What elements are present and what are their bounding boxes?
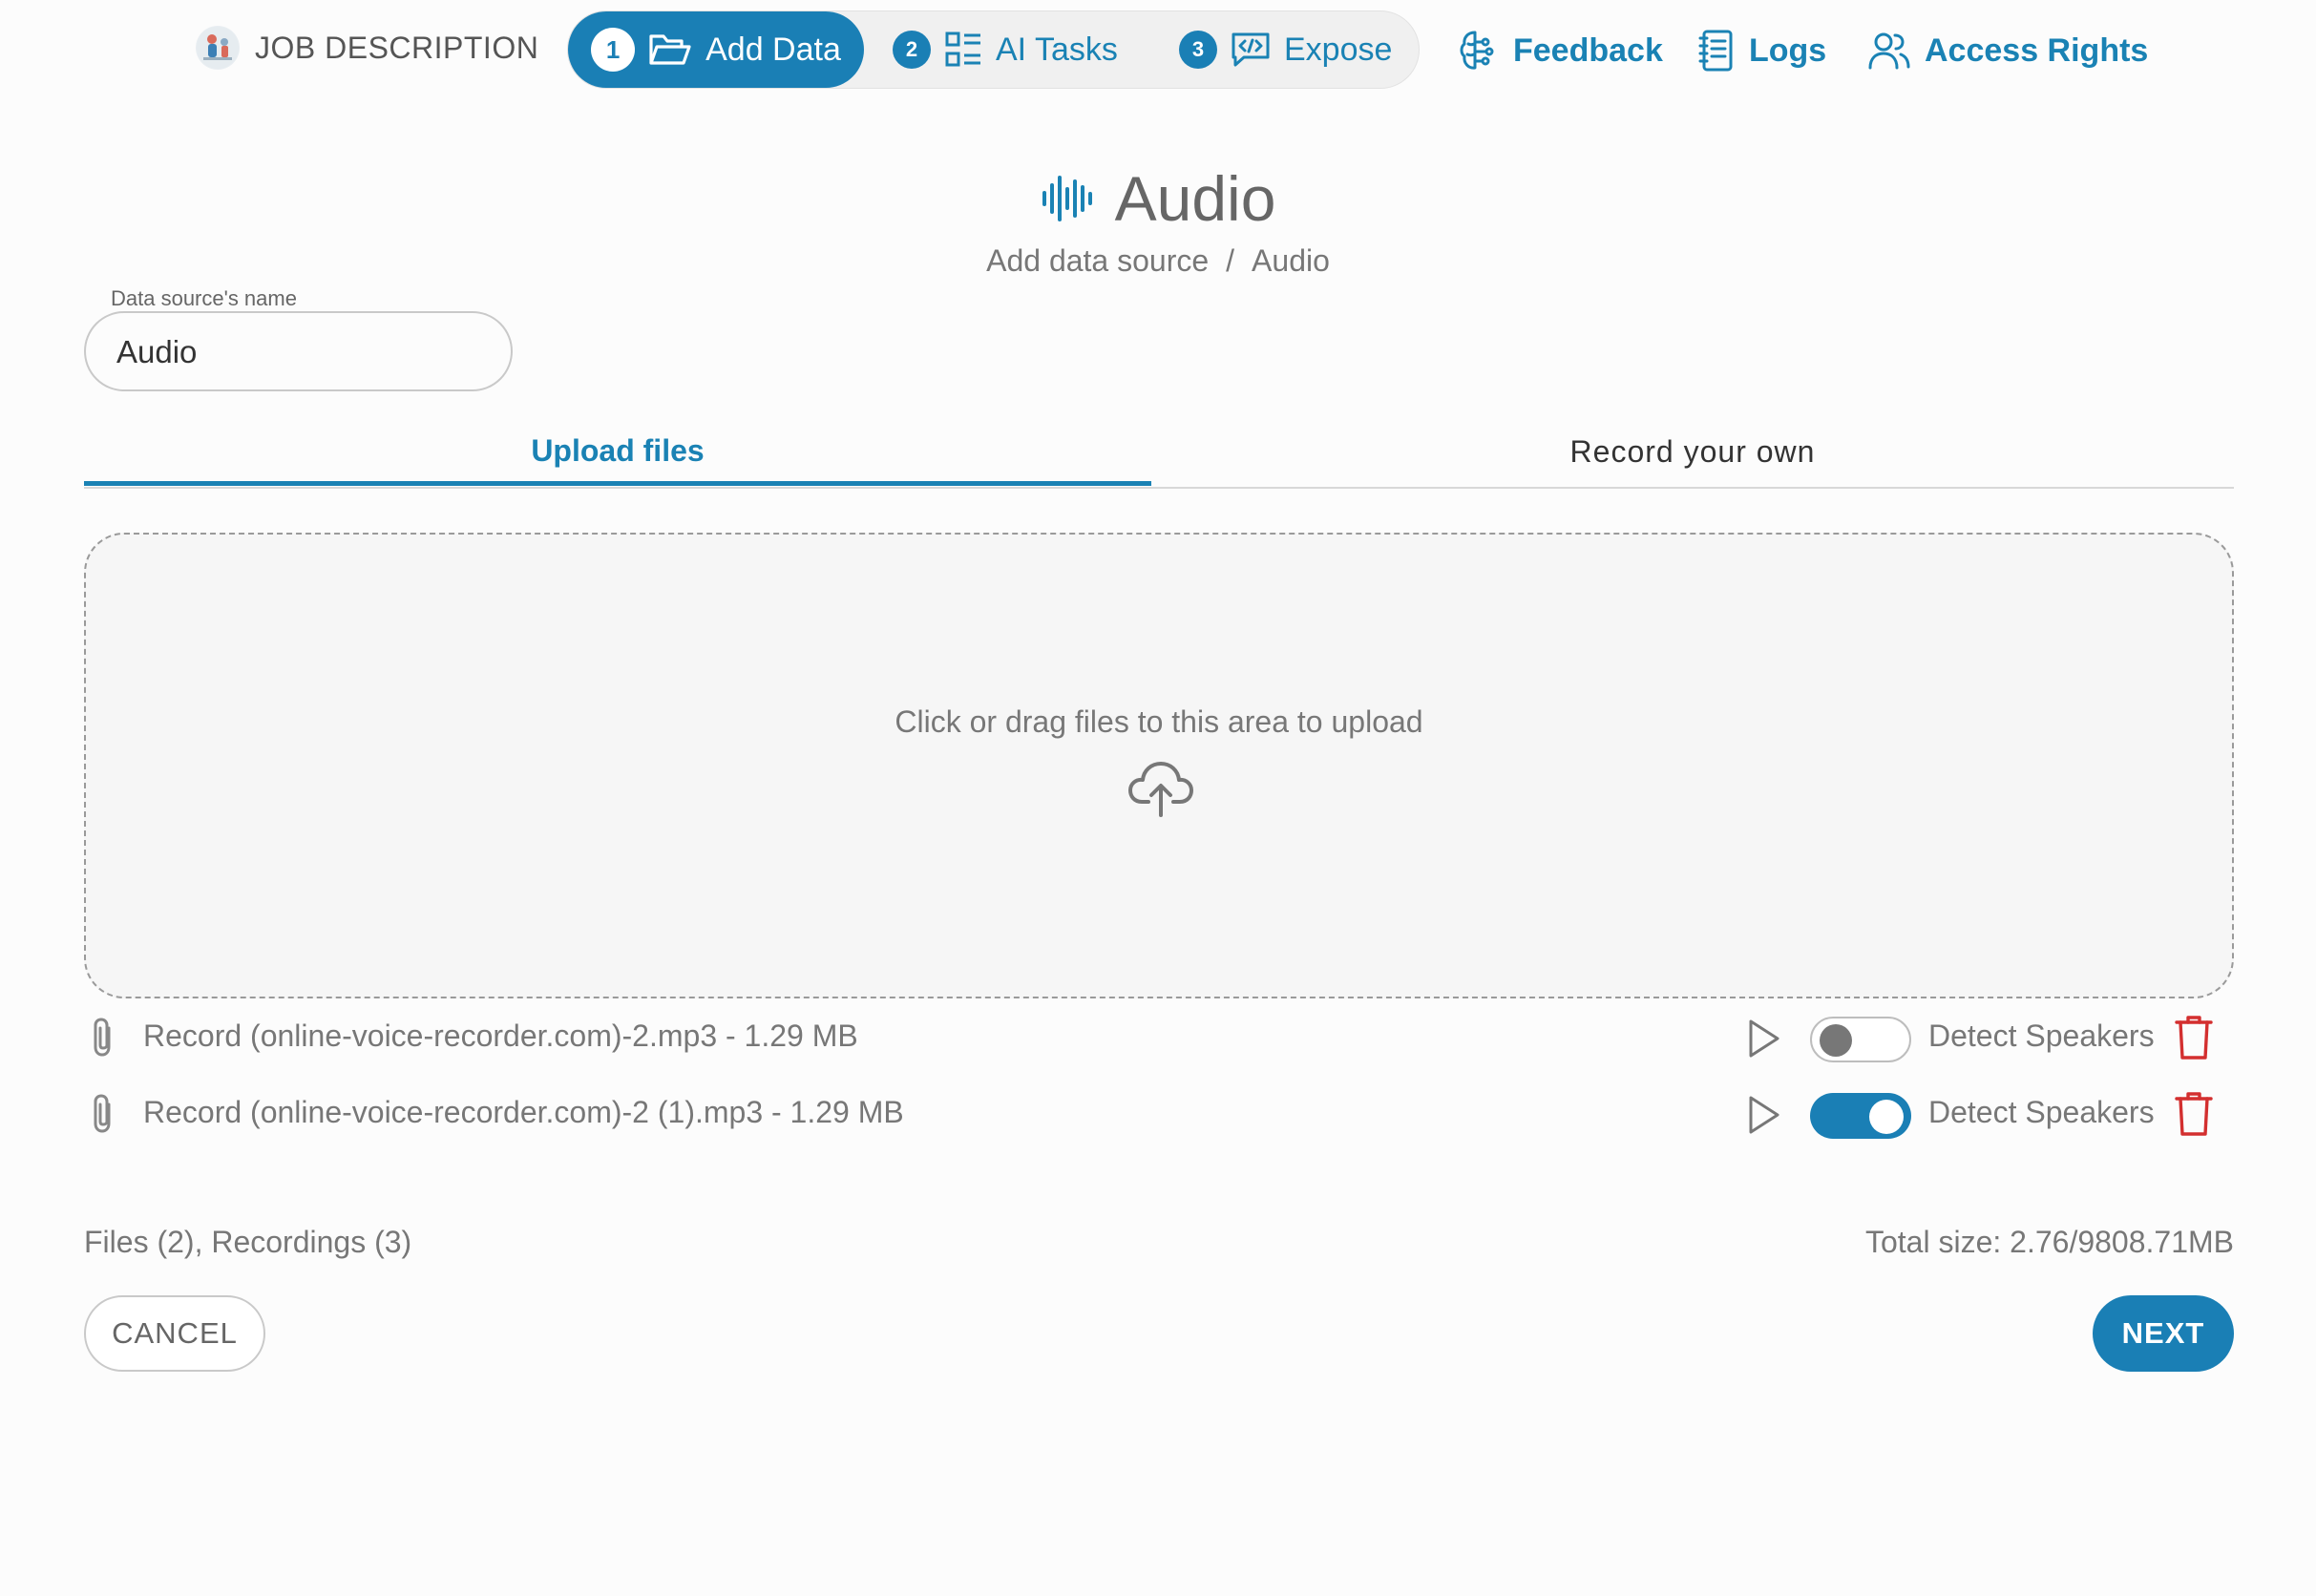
detect-speakers-toggle[interactable] [1810,1017,1911,1062]
breadcrumb-separator: / [1226,243,1235,278]
step-label: Expose [1284,31,1393,68]
toggle-knob [1869,1100,1904,1134]
step-number: 3 [1179,31,1217,69]
step-label: Add Data [705,31,841,68]
users-icon [1867,31,1911,71]
code-message-icon [1231,31,1271,69]
nav-feedback-label: Feedback [1513,32,1663,69]
list-icon [944,31,982,69]
breadcrumb-item[interactable]: Add data source [986,243,1209,279]
step-label: AI Tasks [996,31,1118,68]
nav-access-rights-label: Access Rights [1925,32,2149,69]
toggle-knob [1820,1024,1852,1057]
paperclip-icon [90,1017,116,1059]
step-ai-tasks[interactable]: 2 AI Tasks [893,11,1118,88]
nav-logs[interactable]: Logs [1697,27,1826,74]
dropzone-text: Click or drag files to this area to uplo… [895,704,1423,739]
cloud-upload-icon [1127,760,1194,819]
job-description-label: JOB DESCRIPTION [255,30,539,65]
file-name: Record (online-voice-recorder.com)-2 (1)… [143,1095,904,1129]
job-avatar [196,26,240,70]
stepper: 1 Add Data 2 AI Tasks 3 Expose [567,10,1420,89]
nav-access-rights[interactable]: Access Rights [1867,27,2148,74]
detect-speakers-label: Detect Speakers [1928,1095,2155,1129]
step-expose[interactable]: 3 Expose [1179,11,1392,88]
nav-feedback[interactable]: Feedback [1458,27,1663,74]
page-title: Audio [1114,163,1276,234]
notebook-icon [1697,29,1736,73]
nav-logs-label: Logs [1749,32,1827,69]
detect-speakers-label: Detect Speakers [1928,1018,2155,1053]
play-icon[interactable] [1747,1095,1781,1135]
brain-icon [1458,29,1500,73]
file-item: Record (online-voice-recorder.com)-2.mp3… [84,1009,2234,1066]
source-tabs: Upload files Record your own [84,420,2234,489]
data-source-name-field [84,311,513,391]
tab-upload-files[interactable]: Upload files [84,420,1151,486]
file-name: Record (online-voice-recorder.com)-2.mp3… [143,1018,858,1053]
breadcrumb-item: Audio [1252,243,1330,278]
data-source-name-input[interactable] [115,313,481,391]
page-header: Audio [0,162,2316,235]
folder-open-icon [648,31,692,69]
job-description-link[interactable]: JOB DESCRIPTION [196,25,538,71]
file-counts: Files (2), Recordings (3) [84,1225,412,1259]
detect-speakers-toggle[interactable] [1810,1093,1911,1139]
data-source-name-label: Data source's name [103,286,305,311]
step-add-data[interactable]: 1 Add Data [568,11,864,88]
trash-icon[interactable] [2175,1015,2213,1060]
step-number: 2 [893,31,931,69]
tab-record-your-own[interactable]: Record your own [1151,420,2234,483]
audio-wave-icon [1041,174,1094,223]
paperclip-icon [90,1093,116,1135]
file-item: Record (online-voice-recorder.com)-2 (1)… [84,1085,2234,1143]
total-size: Total size: 2.76/9808.71MB [1864,1225,2234,1259]
step-number: 1 [591,28,636,72]
play-icon[interactable] [1747,1018,1781,1059]
cancel-button[interactable]: CANCEL [84,1295,265,1372]
breadcrumb: Add data source / Audio [0,243,2316,279]
upload-dropzone[interactable]: Click or drag files to this area to uplo… [84,533,2234,998]
trash-icon[interactable] [2175,1091,2213,1137]
next-button[interactable]: NEXT [2093,1295,2234,1372]
